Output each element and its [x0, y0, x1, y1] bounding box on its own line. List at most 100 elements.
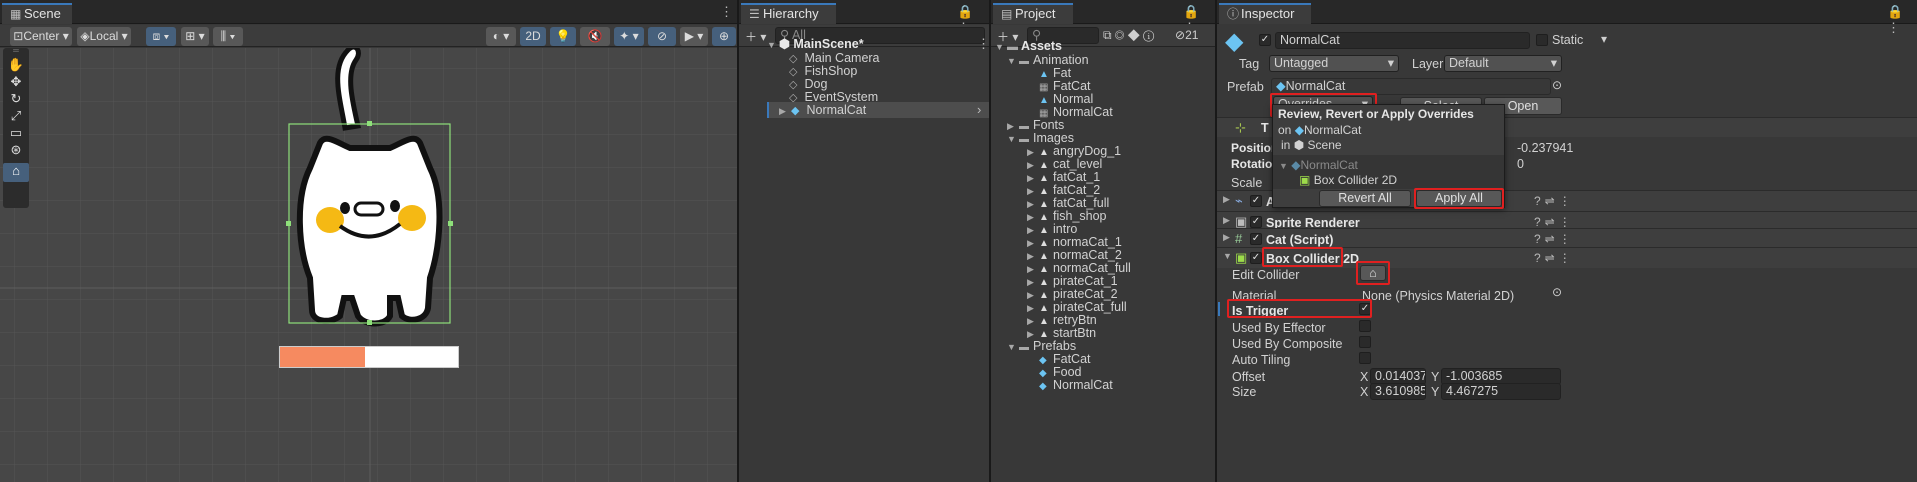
pivot-icon: ⊡: [13, 29, 24, 43]
align-icon: ⫼ ▾: [220, 29, 236, 43]
component-controls-icons[interactable]: ?⇌⋮: [1534, 194, 1575, 208]
tab-inspector[interactable]: ⓘ Inspector: [1219, 3, 1311, 24]
pivot-dropdown[interactable]: ⊡Center ▾: [10, 27, 72, 46]
script-icon: #: [1235, 231, 1243, 246]
chevron-down-icon: ▼: [995, 42, 1004, 52]
object-name-field[interactable]: NormalCat: [1275, 32, 1530, 49]
prefab-target-icon[interactable]: ⊙: [1552, 78, 1562, 92]
tag-label: Tag: [1239, 57, 1260, 71]
inspector-lock-icon[interactable]: 🔒⋮: [1887, 4, 1917, 36]
tab-project[interactable]: ▤ Project: [993, 3, 1073, 24]
tab-hierarchy[interactable]: ☰ Hierarchy: [741, 3, 836, 24]
offset-label: Offset: [1232, 370, 1266, 384]
prefab-icon: ◆: [791, 105, 800, 117]
effects-button[interactable]: ✦ ▾: [614, 27, 644, 46]
static-dropdown-icon[interactable]: ▾: [1601, 32, 1607, 46]
prefab-big-icon: ◆: [1225, 28, 1244, 55]
create-button[interactable]: ＋ ▾: [745, 28, 766, 45]
inspector-panel: ⓘ Inspector 🔒⋮ ◆ ✓ NormalCat Static ▾ Tag…: [1217, 0, 1917, 482]
space-label: Local: [89, 29, 119, 43]
scene-menu-icon[interactable]: ⋮: [720, 4, 735, 20]
is-trigger-highlight: [1227, 299, 1372, 318]
shading-button[interactable]: ◐ ▾: [486, 27, 516, 46]
material-value[interactable]: None (Physics Material 2D): [1362, 289, 1514, 303]
audio-icon: 🔇: [587, 29, 603, 43]
animator-enabled-checkbox[interactable]: ✓: [1250, 195, 1262, 207]
component-controls-icons[interactable]: ?⇌⋮: [1534, 251, 1575, 265]
popup-tree-root[interactable]: ▼ ◆NormalCat: [1279, 158, 1358, 172]
size-label: Size: [1232, 385, 1257, 399]
chevron-right-icon: ▶: [1223, 232, 1230, 242]
scale-tool-icon[interactable]: ⤢: [3, 108, 29, 125]
material-target-icon[interactable]: ⊙: [1552, 285, 1562, 299]
increment-snap-button[interactable]: ⊞ ▾: [181, 27, 209, 46]
scene-view[interactable]: ═ ✋ ✥ ↻ ⤢ ▭ ⊛ ⌂: [0, 48, 737, 482]
pivot-label: Center: [23, 29, 60, 43]
edit-collider-tool-icon[interactable]: ⌂: [3, 163, 29, 182]
open-prefab-chevron-icon[interactable]: ›: [977, 102, 983, 117]
grid-snap-icon: ⧈ ▾: [152, 29, 170, 43]
popup-on-value: NormalCat: [1303, 123, 1362, 137]
cat-script-header[interactable]: ▶ # ✓ Cat (Script) ?⇌⋮: [1217, 228, 1917, 249]
gizmos-button[interactable]: ⊕: [712, 27, 736, 46]
auto-tiling-checkbox[interactable]: [1359, 352, 1371, 364]
apply-all-highlight: [1414, 188, 1504, 209]
hidden-count: ⊘21: [1175, 28, 1198, 42]
space-dropdown[interactable]: ◈Local ▾: [77, 27, 131, 46]
camera-button[interactable]: ▶ ▾: [680, 27, 708, 46]
box-collider-icon: ▣: [1235, 250, 1248, 265]
scene-tabbar: ▦ Scene ⋮: [0, 0, 737, 24]
grid-snap-button[interactable]: ⧈ ▾: [146, 27, 176, 46]
align-button[interactable]: ⫼ ▾: [213, 27, 243, 46]
tab-hierarchy-label: Hierarchy: [763, 6, 819, 21]
script-enabled-checkbox[interactable]: ✓: [1250, 233, 1262, 245]
popup-on-line: on ◆NormalCat: [1278, 123, 1361, 137]
size-x-field[interactable]: 3.610985: [1370, 383, 1426, 400]
camera-icon: ▶ ▾: [684, 29, 704, 43]
chevron-right-icon: ▶: [1223, 215, 1230, 225]
popup-in-line: in ⬢ Scene: [1281, 138, 1342, 152]
mode-2d-button[interactable]: 2D: [520, 27, 546, 46]
lighting-button[interactable]: 💡: [550, 27, 576, 46]
size-y-label: Y: [1431, 385, 1440, 399]
audio-button[interactable]: 🔇: [580, 27, 610, 46]
prefab-label: Prefab: [1227, 80, 1264, 94]
rect-tool-icon[interactable]: ▭: [3, 125, 29, 142]
project-filter-icons[interactable]: ⧉ ◎ ◆ ⓘ: [1103, 28, 1154, 43]
hierarchy-item-selected[interactable]: ▶ ◆ NormalCat: [779, 102, 866, 118]
used-by-effector-checkbox[interactable]: [1359, 320, 1371, 332]
component-controls-icons[interactable]: ?⇌⋮: [1534, 215, 1575, 229]
hierarchy-panel: ☰Hierarchy 🔒⋮ ＋ ▾ ⚲ All ▼⬢ MainScene* ⋮ …: [739, 0, 989, 482]
hierarchy-item-label: NormalCat: [806, 103, 867, 117]
visibility-button[interactable]: ⊘: [648, 27, 676, 46]
chevron-down-icon: ▼: [1279, 161, 1288, 171]
light-icon: 💡: [555, 29, 571, 43]
tab-inspector-label: Inspector: [1241, 6, 1295, 21]
size-y-field[interactable]: 4.467275: [1441, 383, 1561, 400]
used-by-composite-checkbox[interactable]: [1359, 336, 1371, 348]
rotate-tool-icon[interactable]: ↻: [3, 91, 29, 108]
tag-dropdown[interactable]: Untagged ▾: [1269, 55, 1399, 72]
palette-grip-icon: ═: [13, 48, 19, 55]
active-checkbox[interactable]: ✓: [1259, 34, 1271, 46]
static-checkbox[interactable]: [1536, 34, 1548, 46]
layer-dropdown[interactable]: Default ▾: [1444, 55, 1562, 72]
transform-tool-icon[interactable]: ⊛: [3, 142, 29, 159]
move-tool-icon[interactable]: ✥: [3, 74, 29, 91]
project-item[interactable]: ◆ NormalCat: [1027, 377, 1113, 393]
chevron-down-icon[interactable]: ▼: [1007, 339, 1019, 355]
tab-scene[interactable]: ▦ Scene: [2, 3, 72, 24]
transform-title: T: [1261, 121, 1269, 135]
scene-root-menu-icon[interactable]: ⋮: [977, 36, 989, 52]
hand-tool-icon[interactable]: ✋: [3, 57, 29, 74]
chevron-down-icon[interactable]: ▼: [1007, 131, 1019, 147]
prefab-icon: ◆: [1039, 381, 1047, 392]
sprite-enabled-checkbox[interactable]: ✓: [1250, 216, 1262, 228]
popup-tree-child[interactable]: ▣ Box Collider 2D: [1299, 173, 1397, 187]
folder-tab-icon: ▤: [1001, 7, 1013, 21]
revert-all-button[interactable]: Revert All: [1319, 190, 1411, 207]
component-controls-icons[interactable]: ?⇌⋮: [1534, 232, 1575, 246]
chevron-down-icon[interactable]: ▼: [1007, 53, 1019, 69]
prefab-icon: ◆: [1294, 123, 1304, 137]
collider-enabled-checkbox[interactable]: ✓: [1250, 252, 1262, 264]
